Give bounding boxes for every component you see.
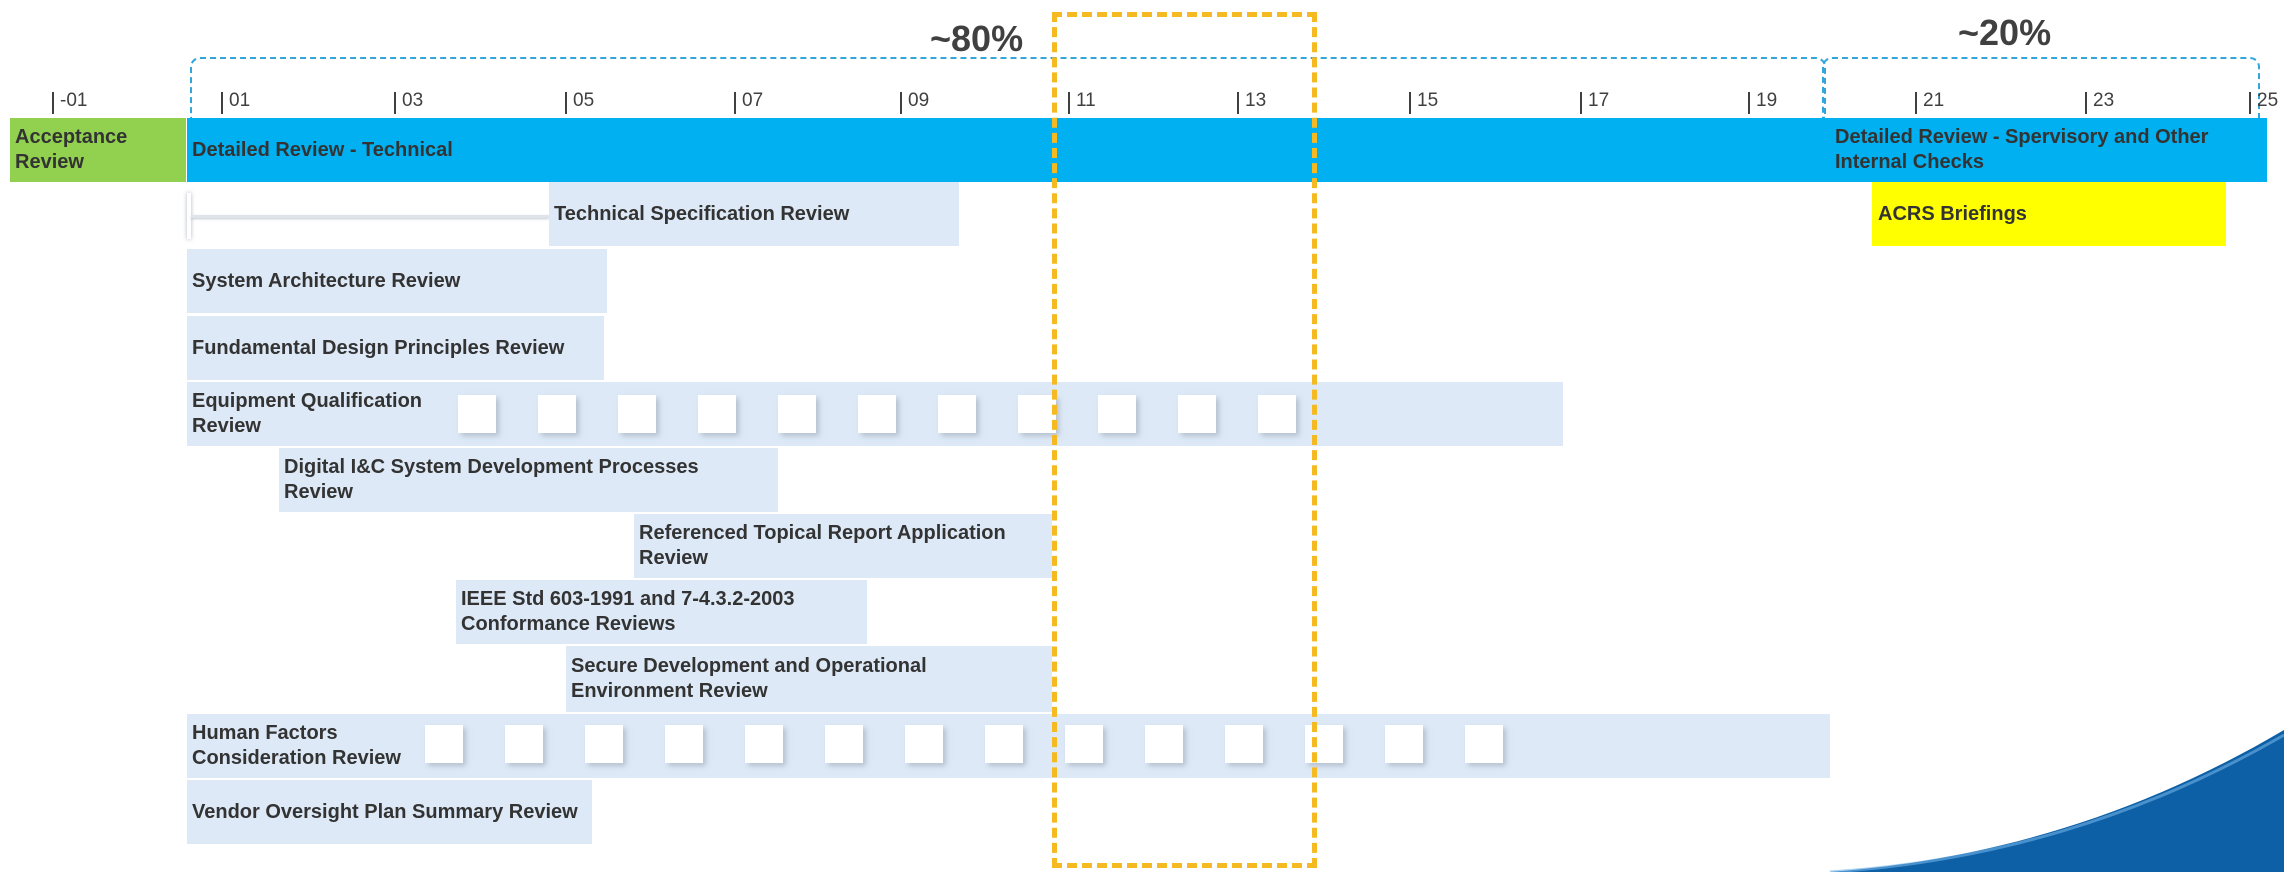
hf-milestone-marker bbox=[825, 725, 863, 763]
supervisory-phase-percent: ~20% bbox=[1958, 12, 2052, 53]
ieee-conformance-reviews-bar: IEEE Std 603-1991 and 7-4.3.2-2003 Confo… bbox=[456, 580, 867, 644]
tech-spec-connector-line bbox=[191, 215, 549, 218]
eq-milestone-marker bbox=[698, 395, 736, 433]
eq-milestone-marker bbox=[618, 395, 656, 433]
timeline-tick: 21 bbox=[1915, 91, 1944, 114]
eq-milestone-marker bbox=[538, 395, 576, 433]
hf-milestone-marker bbox=[985, 725, 1023, 763]
acrs-briefings-bar: ACRS Briefings bbox=[1872, 182, 2226, 246]
timeline-tick: 19 bbox=[1748, 91, 1777, 114]
acceptance-review-bar: Acceptance Review bbox=[10, 118, 186, 182]
digital-ic-development-processes-review-bar: Digital I&C System Development Processes… bbox=[279, 448, 778, 512]
hf-milestone-marker bbox=[905, 725, 943, 763]
fundamental-design-principles-review-bar: Fundamental Design Principles Review bbox=[187, 316, 604, 380]
detailed-review-supervisory-bar: Detailed Review - Spervisory and Other I… bbox=[1830, 118, 2267, 182]
timeline-tick: 01 bbox=[221, 91, 250, 114]
detailed-review-technical-bar: Detailed Review - Technical bbox=[187, 118, 1830, 182]
hf-milestone-marker bbox=[1385, 725, 1423, 763]
highlighted-time-window bbox=[1052, 12, 1317, 868]
secure-development-environment-review-bar: Secure Development and Operational Envir… bbox=[566, 646, 1052, 712]
timeline-tick: 07 bbox=[734, 91, 763, 114]
referenced-topical-report-review-bar: Referenced Topical Report Application Re… bbox=[634, 514, 1052, 578]
eq-milestone-marker bbox=[1018, 395, 1056, 433]
supervisory-phase-bracket bbox=[1822, 57, 2260, 119]
hf-milestone-marker bbox=[505, 725, 543, 763]
human-factors-consideration-review-label: Human Factors Consideration Review bbox=[192, 722, 401, 769]
hf-milestone-marker bbox=[1465, 725, 1503, 763]
timeline-tick: -01 bbox=[52, 91, 87, 114]
vendor-oversight-plan-summary-review-bar: Vendor Oversight Plan Summary Review bbox=[187, 780, 592, 844]
eq-milestone-marker bbox=[938, 395, 976, 433]
hf-milestone-marker bbox=[425, 725, 463, 763]
eq-milestone-marker bbox=[858, 395, 896, 433]
technical-specification-review-bar: Technical Specification Review bbox=[549, 182, 959, 246]
timeline-tick: 05 bbox=[565, 91, 594, 114]
timeline-tick: 09 bbox=[900, 91, 929, 114]
hf-milestone-marker bbox=[585, 725, 623, 763]
system-architecture-review-bar: System Architecture Review bbox=[187, 249, 607, 313]
timeline-tick: 15 bbox=[1409, 91, 1438, 114]
eq-milestone-marker bbox=[778, 395, 816, 433]
timeline-tick: 03 bbox=[394, 91, 423, 114]
hf-milestone-marker bbox=[745, 725, 783, 763]
equipment-qualification-review-label: Equipment Qualification Review bbox=[192, 390, 423, 437]
timeline-tick: 25 bbox=[2249, 91, 2278, 114]
timeline-tick: 17 bbox=[1580, 91, 1609, 114]
eq-milestone-marker bbox=[458, 395, 496, 433]
timeline-tick: 23 bbox=[2085, 91, 2114, 114]
hf-milestone-marker bbox=[665, 725, 703, 763]
technical-phase-percent: ~80% bbox=[930, 18, 1024, 59]
